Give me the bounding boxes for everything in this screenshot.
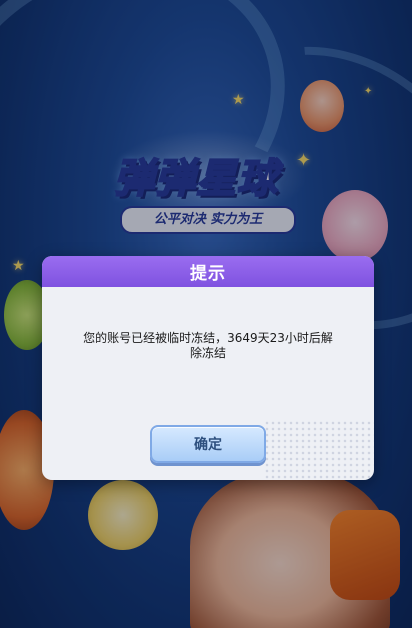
dialog-decoration xyxy=(264,420,374,480)
dialog-header: 提示 xyxy=(42,256,374,287)
alert-dialog: 提示 您的账号已经被临时冻结，3649天23小时后解除冻结 确定 xyxy=(42,256,374,480)
confirm-button[interactable]: 确定 xyxy=(150,425,266,463)
confirm-button-label: 确定 xyxy=(194,437,222,453)
game-screen: ★ ★ ✦ ✦ 弹弹星球 公平对决 实力为王 提示 您的账号已经被临时冻结，36… xyxy=(0,0,412,628)
dialog-title: 提示 xyxy=(190,264,226,284)
dialog-message: 您的账号已经被临时冻结，3649天23小时后解除冻结 xyxy=(83,331,333,360)
